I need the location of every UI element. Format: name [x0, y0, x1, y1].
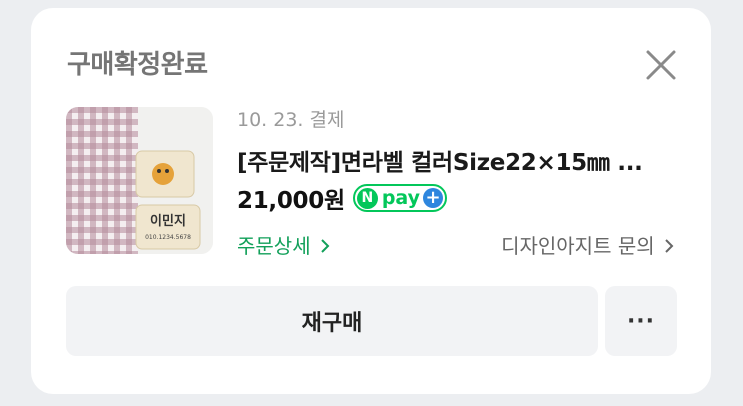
npay-badge: N pay + — [352, 184, 448, 212]
reorder-button[interactable]: 재구매 — [66, 286, 598, 356]
order-card: 구매확정완료 이민지 010.1234.5678 10. 23. 결제 [주문제… — [31, 8, 711, 394]
plus-icon: + — [423, 188, 444, 208]
payment-date: 10. 23. 결제 — [237, 109, 345, 131]
price: 21,000원 — [237, 188, 345, 214]
seller-inquiry-link[interactable]: 디자인아지트 문의 — [501, 230, 675, 259]
close-button[interactable] — [644, 48, 678, 82]
product-thumbnail[interactable]: 이민지 010.1234.5678 — [66, 107, 213, 254]
thumbnail-label-phone: 010.1234.5678 — [145, 234, 191, 241]
chevron-right-icon — [665, 239, 674, 253]
product-name[interactable]: [주문제작]면라벨 컬러Size22×15㎜ ... — [237, 143, 667, 177]
chevron-right-icon — [321, 239, 330, 253]
order-detail-label: 주문상세 — [237, 234, 311, 258]
character-icon — [152, 163, 174, 185]
thumbnail-label-name: 이민지 — [150, 213, 186, 229]
price-row: 21,000원 N pay + — [237, 182, 448, 214]
seller-inquiry-label: 디자인아지트 문의 — [501, 234, 655, 258]
more-icon: ··· — [626, 308, 656, 334]
order-status-title: 구매확정완료 — [67, 50, 208, 80]
npay-text: pay — [381, 186, 421, 209]
close-icon — [646, 50, 676, 80]
naver-n-icon: N — [356, 187, 378, 209]
more-options-button[interactable]: ··· — [605, 286, 677, 356]
order-detail-link[interactable]: 주문상세 — [237, 230, 331, 259]
